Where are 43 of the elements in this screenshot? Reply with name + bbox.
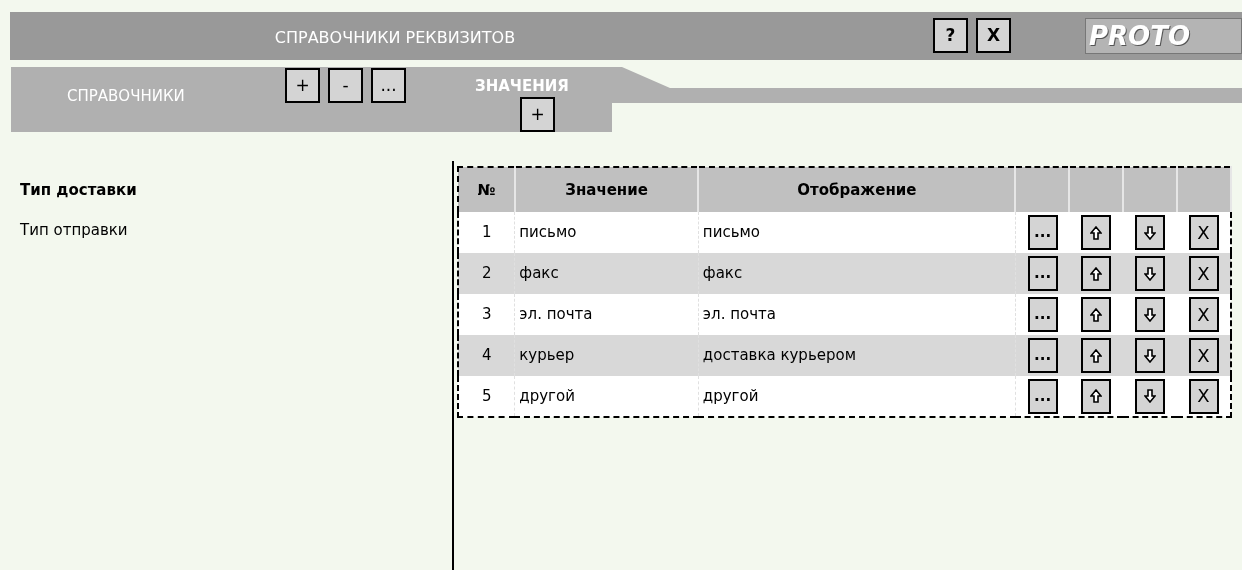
list-item[interactable]: Тип доставки — [20, 180, 452, 200]
table-cell: другой — [514, 376, 699, 417]
edit-button[interactable]: ... — [1027, 378, 1058, 414]
edit-button[interactable]: ... — [1027, 297, 1058, 332]
logo: PROTO — [1085, 18, 1242, 54]
up-arrow-icon — [1090, 266, 1103, 281]
move-up-button[interactable] — [1081, 256, 1112, 291]
list-item[interactable]: Тип отправки — [20, 220, 452, 240]
move-up-button[interactable] — [1081, 378, 1112, 414]
delete-button[interactable]: X — [1188, 297, 1219, 332]
more-button[interactable]: ... — [371, 68, 406, 103]
table-cell: другой — [698, 376, 1016, 417]
window-title: СПРАВОЧНИКИ РЕКВИЗИТОВ — [273, 27, 517, 49]
move-down-button[interactable] — [1135, 256, 1166, 291]
down-arrow-icon — [1144, 307, 1157, 322]
up-arrow-icon — [1090, 389, 1103, 403]
delete-button[interactable]: X — [1188, 215, 1219, 250]
delete-button[interactable]: X — [1188, 378, 1219, 414]
down-arrow-icon — [1144, 266, 1157, 281]
move-down-button[interactable] — [1135, 338, 1166, 373]
down-arrow-icon — [1144, 389, 1157, 403]
move-down-button[interactable] — [1135, 215, 1166, 250]
add-button[interactable]: + — [520, 97, 555, 132]
move-down-button[interactable] — [1135, 297, 1166, 332]
up-arrow-icon — [1090, 307, 1103, 322]
up-arrow-icon — [1090, 348, 1103, 363]
table-cell: 5 — [458, 376, 515, 417]
edit-button[interactable]: ... — [1027, 256, 1058, 291]
move-down-button[interactable] — [1135, 378, 1166, 414]
down-arrow-icon — [1144, 225, 1157, 240]
edit-button[interactable]: ... — [1027, 215, 1058, 250]
add-button[interactable]: + — [285, 68, 320, 103]
move-up-button[interactable] — [1081, 215, 1112, 250]
delete-button[interactable]: X — [1188, 256, 1219, 291]
move-up-button[interactable] — [1081, 338, 1112, 373]
close-button[interactable]: X — [976, 18, 1011, 53]
remove-button[interactable]: - — [328, 68, 363, 103]
up-arrow-icon — [1090, 225, 1103, 240]
edit-button[interactable]: ... — [1027, 338, 1058, 373]
delete-button[interactable]: X — [1188, 338, 1219, 373]
move-up-button[interactable] — [1081, 297, 1112, 332]
down-arrow-icon — [1144, 348, 1157, 363]
help-button[interactable]: ? — [933, 18, 968, 53]
